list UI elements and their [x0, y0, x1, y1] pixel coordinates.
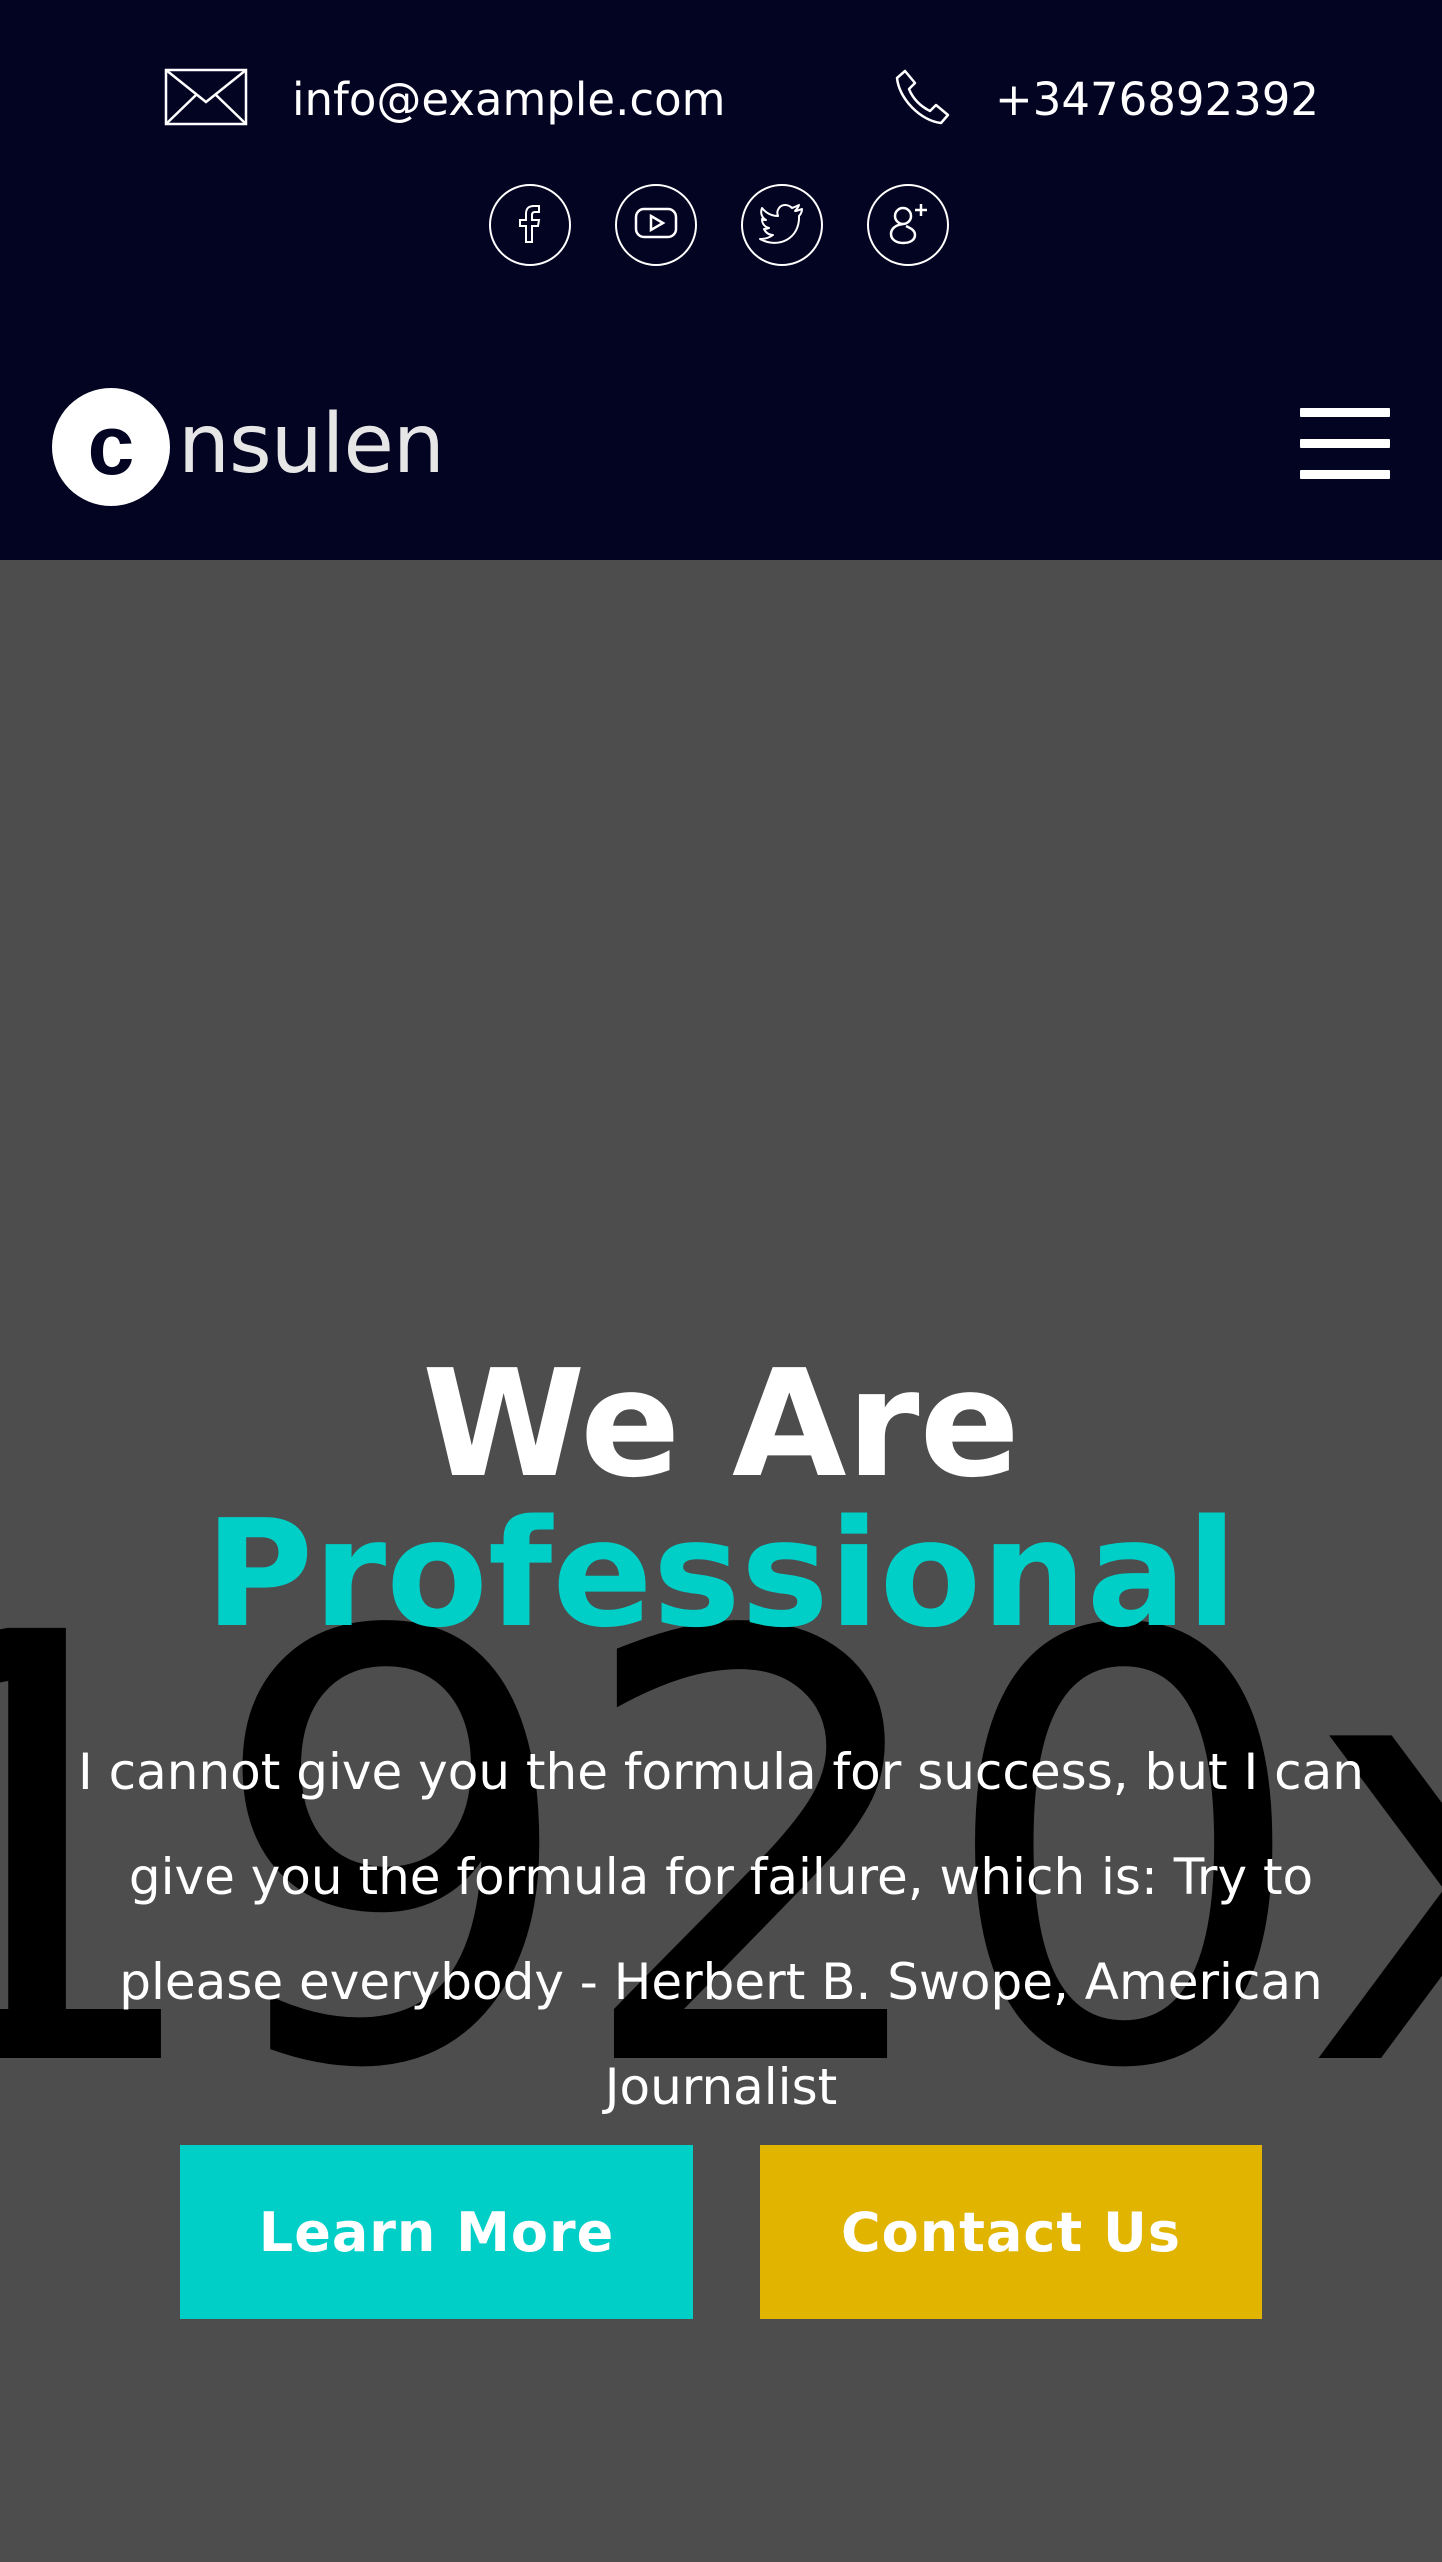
logo-text: nsulen — [178, 396, 445, 492]
contact-us-button[interactable]: Contact Us — [760, 2145, 1262, 2319]
logo-letter: c — [87, 398, 135, 492]
twitter-icon — [758, 201, 806, 249]
menu-bar — [1300, 408, 1390, 417]
email-address[interactable]: info@example.com — [292, 73, 726, 126]
google-plus-button[interactable] — [867, 184, 949, 266]
menu-bar — [1300, 470, 1390, 479]
envelope-icon — [164, 68, 248, 130]
site-logo[interactable]: c nsulen — [52, 388, 445, 506]
contact-phone[interactable]: +3476892392 — [893, 62, 1319, 136]
hero-section: 1920x940 We Are Professional I cannot gi… — [0, 560, 1442, 2562]
phone-icon — [893, 67, 951, 131]
phone-number[interactable]: +3476892392 — [995, 73, 1319, 126]
twitter-button[interactable] — [741, 184, 823, 266]
hero-quote: I cannot give you the formula for succes… — [78, 1743, 1364, 2116]
youtube-icon — [633, 203, 679, 247]
contact-email[interactable]: info@example.com — [164, 62, 726, 136]
hamburger-icon[interactable] — [1300, 408, 1390, 480]
hero-title-line2: Professional — [204, 1488, 1238, 1660]
hero-content: We Are Professional I cannot give you th… — [0, 560, 1442, 2562]
social-links — [489, 184, 949, 266]
google-plus-icon — [883, 198, 933, 252]
top-header: info@example.com +3476892392 c nsulen — [0, 0, 1442, 560]
facebook-icon — [510, 200, 550, 250]
learn-more-button[interactable]: Learn More — [180, 2145, 693, 2319]
menu-bar — [1300, 439, 1390, 448]
hero-title-line1: We Are — [422, 1338, 1020, 1510]
youtube-button[interactable] — [615, 184, 697, 266]
facebook-button[interactable] — [489, 184, 571, 266]
logo-mark: c — [52, 388, 170, 506]
